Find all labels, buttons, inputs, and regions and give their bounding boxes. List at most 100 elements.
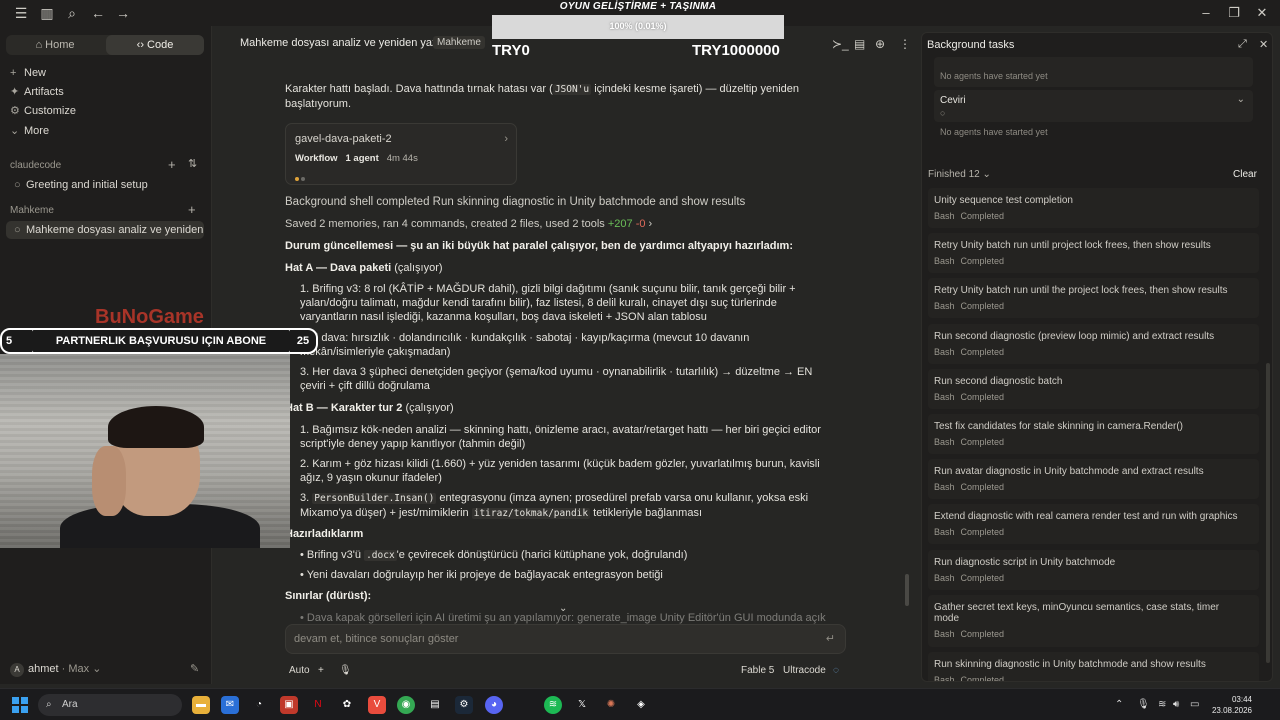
menu-icon[interactable]: ☰ [12,4,30,22]
wifi-icon[interactable]: ≋ [1158,699,1166,710]
scrollbar[interactable] [905,574,909,606]
chatgpt-icon[interactable]: ✿ [338,696,356,714]
panel-icon[interactable]: ▤ [854,37,865,51]
microphone-icon[interactable]: 🎙︎ [339,665,352,676]
netflix-icon[interactable]: N [309,696,327,714]
task-title: Test fix candidates for stale skinning i… [934,421,1184,432]
task-row[interactable]: Retry Unity batch run until project lock… [928,233,1259,274]
search-icon[interactable]: ⌕ [63,4,81,22]
taskbar-search[interactable]: ⌕ Ara [38,694,182,716]
task-kind: Bash [934,437,955,447]
webcam-feed [0,354,290,548]
add-conversation-icon[interactable]: + [188,202,196,217]
task-meta: Bash Completed [934,211,1010,221]
home-tab[interactable]: ⌂ Home [6,35,104,55]
task-row[interactable]: Run skinning diagnostic in Unity batchmo… [928,652,1259,682]
task-row[interactable]: Run second diagnostic batch Bash Completed [928,368,1259,409]
discord-icon[interactable]: ◕ [485,696,503,714]
filter-icon[interactable]: ⇅ [188,157,197,170]
unity-icon[interactable]: ◈ [632,696,650,714]
file-explorer-icon[interactable]: ▬ [192,696,210,714]
battery-icon[interactable]: ▭ [1190,699,1199,710]
task-row[interactable]: Run avatar diagnostic in Unity batchmode… [928,459,1259,500]
workflow-card[interactable]: gavel-dava-paketi-2 › Workflow 1 agent 4… [285,123,517,185]
mail-icon[interactable]: ✉ [221,696,239,714]
code-tab-label: Code [147,39,174,51]
task-row[interactable]: Run second diagnostic (preview loop mimi… [928,323,1259,364]
shell-status: Background shell completed Run skinning … [285,196,746,208]
expand-icon[interactable]: ⤢ [1238,38,1247,51]
maximize-button[interactable]: ❐ [1224,4,1244,22]
volume-icon[interactable]: 🔊︎ [1173,699,1179,710]
mode-selector[interactable]: Auto [289,665,310,676]
conversation-title: Greeting and initial setup [26,179,148,191]
nav-artifacts[interactable]: ✦ Artifacts [10,83,64,101]
task-kind: Bash [934,391,955,402]
task-kind: Bash [934,675,955,682]
nav-more[interactable]: ⌄ More [10,122,49,140]
back-arrow-icon[interactable]: ← [89,4,107,22]
activity-summary[interactable]: Saved 2 memories, ran 4 commands, create… [285,217,830,231]
add-project-icon[interactable]: + [168,157,176,172]
text: Yeni davaları doğrulayıp her iki projeye… [306,569,663,581]
mode-label: Auto [289,665,310,676]
user-menu[interactable]: Aahmet · Max ⌄ [10,662,101,677]
send-icon[interactable]: ↵ [826,632,835,645]
inline-code: PersonBuilder.Insan() [312,493,437,504]
sidebar-toggle-icon[interactable]: ▥ [38,4,56,22]
nav-more-label: More [24,125,50,137]
chrome-icon[interactable]: ◉ [397,696,415,714]
microphone-icon[interactable]: 🎙︎ [1137,699,1150,710]
task-row[interactable]: Unity sequence test completion Bash Comple… [928,188,1259,228]
conversation-item-active[interactable]: ○ Mahkeme dosyası analiz ve yeniden yazım [6,221,204,239]
tray-chevron-icon[interactable]: ⌃ [1115,699,1123,710]
finished-filter[interactable]: Finished 12 ⌄ [928,169,991,180]
clock[interactable]: 03:44 23.08.2026 [1208,694,1252,716]
x-icon[interactable]: 𝕏 [573,696,591,714]
close-window-button[interactable]: ✕ [1252,4,1272,22]
agent-block-ceviri[interactable]: Ceviri ⌄ ○ [934,90,1253,122]
task-meta: Bash Completed [934,301,1010,311]
more-options-icon[interactable]: ⋮ [899,37,911,51]
chevron-down-icon: ⌄ [1236,94,1245,105]
close-icon[interactable]: ✕ [1259,38,1268,51]
app-grey-icon[interactable]: ▤ [426,696,444,714]
vivaldi-icon[interactable]: V [368,696,386,714]
compose-icon[interactable]: ✎ [190,662,199,675]
add-attachment-icon[interactable]: + [318,665,324,676]
claude-icon[interactable]: ✺ [602,696,620,714]
app-red-icon[interactable]: ▣ [280,696,298,714]
customize-icon: ⚙ [10,105,20,117]
scrollbar[interactable] [1266,363,1270,663]
message-input[interactable] [294,633,794,645]
goal-end: TRY1000000 [692,42,780,59]
task-row[interactable]: Extend diagnostic with real camera rende… [928,504,1259,545]
steam-icon[interactable]: ⚙ [455,696,473,714]
task-row[interactable]: Retry Unity batch run until the project … [928,278,1259,319]
effort-selector[interactable]: Ultracode [783,665,826,676]
nav-new[interactable]: + New [10,64,46,82]
scroll-down-icon[interactable]: ⌄ [559,603,567,614]
windows-start-icon[interactable] [12,697,28,713]
conversation-item[interactable]: ○ Greeting and initial setup [6,176,204,194]
workflow-progress [295,171,307,185]
minimize-button[interactable]: – [1196,4,1216,22]
workflow-time: 4m 44s [386,153,418,164]
forward-arrow-icon[interactable]: → [114,4,132,22]
spotify-icon[interactable]: ≋ [544,696,562,714]
clear-button[interactable]: Clear [1233,169,1257,180]
task-status: Completed [960,628,1005,639]
task-meta: Bash Completed [934,437,1010,447]
model-selector[interactable]: Fable 5 [741,665,774,676]
task-row[interactable]: Test fix candidates for stale skinning i… [928,414,1259,454]
task-row[interactable]: Gather secret text keys, minOyuncu seman… [928,594,1259,647]
gauge-icon[interactable]: ◔ [250,696,268,714]
terminal-icon[interactable]: ≻_ [832,37,849,51]
task-row[interactable]: Run diagnostic script in Unity batchmode… [928,549,1259,590]
clock-date: 23.08.2026 [1211,706,1252,715]
plus-icon: + [10,67,17,79]
nav-customize[interactable]: ⚙ Customize [10,102,76,120]
home-tab-label: Home [45,39,75,51]
globe-icon[interactable]: ⊕ [875,37,885,51]
code-tab[interactable]: ‹› Code [106,35,204,55]
